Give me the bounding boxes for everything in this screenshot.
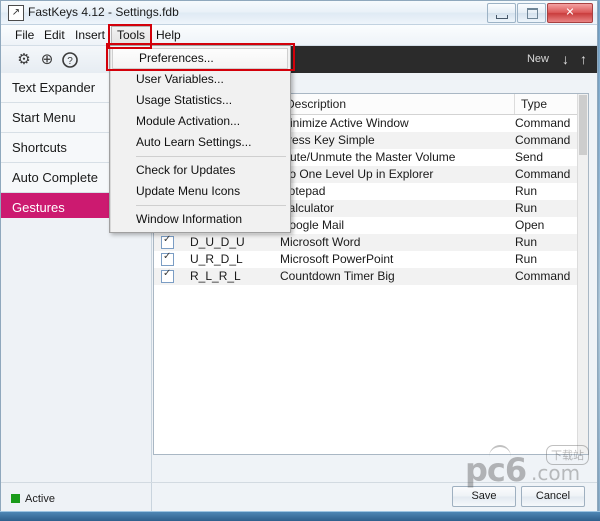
row-checkbox[interactable] [161, 253, 174, 266]
fastkeys-settings-window: ↗ FastKeys 4.12 - Settings.fdb ✕ File Ed… [0, 0, 598, 514]
minimize-button[interactable] [487, 3, 516, 23]
cell-description: Minimize Active Window [280, 115, 510, 132]
help-icon[interactable]: ? [62, 52, 78, 68]
cell-description: Mute/Unmute the Master Volume [280, 149, 510, 166]
cell-gesture: U_R_D_L [190, 251, 275, 268]
cell-description: Countdown Timer Big [280, 268, 510, 285]
menu-file[interactable]: File [10, 27, 39, 43]
table-row[interactable]: R_L_R_LCountdown Timer BigCommand [154, 268, 588, 285]
maximize-button[interactable] [517, 3, 546, 23]
cell-description: Calculator [280, 200, 510, 217]
row-checkbox[interactable] [161, 236, 174, 249]
save-button[interactable]: Save [452, 486, 516, 507]
gear-icon[interactable]: ⚙ [16, 52, 32, 68]
status-label: Active [25, 493, 55, 505]
footer-divider [1, 482, 597, 483]
close-icon: ✕ [565, 8, 574, 19]
menu-separator [136, 205, 286, 206]
cancel-button[interactable]: Cancel [521, 486, 585, 507]
close-button[interactable]: ✕ [547, 3, 593, 23]
app-icon: ↗ [8, 5, 24, 21]
scrollbar-thumb[interactable] [579, 95, 587, 155]
column-header-description[interactable]: Description [280, 94, 515, 114]
title-bar: ↗ FastKeys 4.12 - Settings.fdb ✕ [1, 1, 597, 25]
menu-separator [136, 156, 286, 157]
menu-item-usage-statistics[interactable]: Usage Statistics... [110, 90, 290, 111]
svg-text:?: ? [67, 56, 73, 67]
menu-tools[interactable]: Tools [111, 26, 151, 45]
window-controls: ✕ [487, 3, 593, 23]
content-area: Text Expander Start Menu Shortcuts Auto … [1, 73, 597, 513]
cell-gesture: R_L_R_L [190, 268, 275, 285]
menu-item-check-for-updates[interactable]: Check for Updates [110, 160, 290, 181]
move-up-icon[interactable]: ↑ [580, 51, 587, 68]
table-row[interactable]: U_R_D_LMicrosoft PowerPointRun [154, 251, 588, 268]
row-checkbox[interactable] [161, 270, 174, 283]
taskbar [0, 511, 600, 521]
table-scrollbar[interactable] [577, 94, 588, 454]
watermark-text: pc6 [465, 451, 526, 489]
menu-item-window-information[interactable]: Window Information [110, 209, 290, 230]
menu-insert[interactable]: Insert [70, 27, 110, 43]
tools-dropdown-menu: Preferences...User Variables...Usage Sta… [109, 45, 291, 233]
cell-description: Microsoft Word [280, 234, 510, 251]
menu-item-module-activation[interactable]: Module Activation... [110, 111, 290, 132]
minimize-icon [496, 15, 508, 19]
cell-description: Go One Level Up in Explorer [280, 166, 510, 183]
menu-item-update-menu-icons[interactable]: Update Menu Icons [110, 181, 290, 202]
cell-description: Microsoft PowerPoint [280, 251, 510, 268]
menu-edit[interactable]: Edit [39, 27, 70, 43]
maximize-icon [527, 8, 538, 19]
cell-description: Google Mail [280, 217, 510, 234]
sidebar-filler [1, 218, 151, 513]
tools-menu-items: Preferences...User Variables...Usage Sta… [110, 48, 290, 230]
menu-item-user-variables[interactable]: User Variables... [110, 69, 290, 90]
new-button[interactable]: New [527, 53, 549, 65]
status-badge: Active [11, 493, 55, 505]
menu-help[interactable]: Help [151, 27, 186, 43]
cell-description: Notepad [280, 183, 510, 200]
table-row[interactable]: D_U_D_UMicrosoft WordRun [154, 234, 588, 251]
cell-description: Press Key Simple [280, 132, 510, 149]
menu-item-auto-learn-settings[interactable]: Auto Learn Settings... [110, 132, 290, 153]
toolbar: ⚙ ⊕ ? New ↓ ↑ [1, 46, 597, 74]
globe-icon[interactable]: ⊕ [39, 52, 55, 68]
menu-item-preferences[interactable]: Preferences... [112, 48, 288, 69]
cell-gesture: D_U_D_U [190, 234, 275, 251]
status-indicator-icon [11, 494, 20, 503]
menu-bar: File Edit Insert Tools Help [1, 25, 597, 46]
column-header-type[interactable]: Type [515, 94, 578, 114]
move-down-icon[interactable]: ↓ [562, 51, 569, 68]
window-title: FastKeys 4.12 - Settings.fdb [28, 5, 179, 19]
